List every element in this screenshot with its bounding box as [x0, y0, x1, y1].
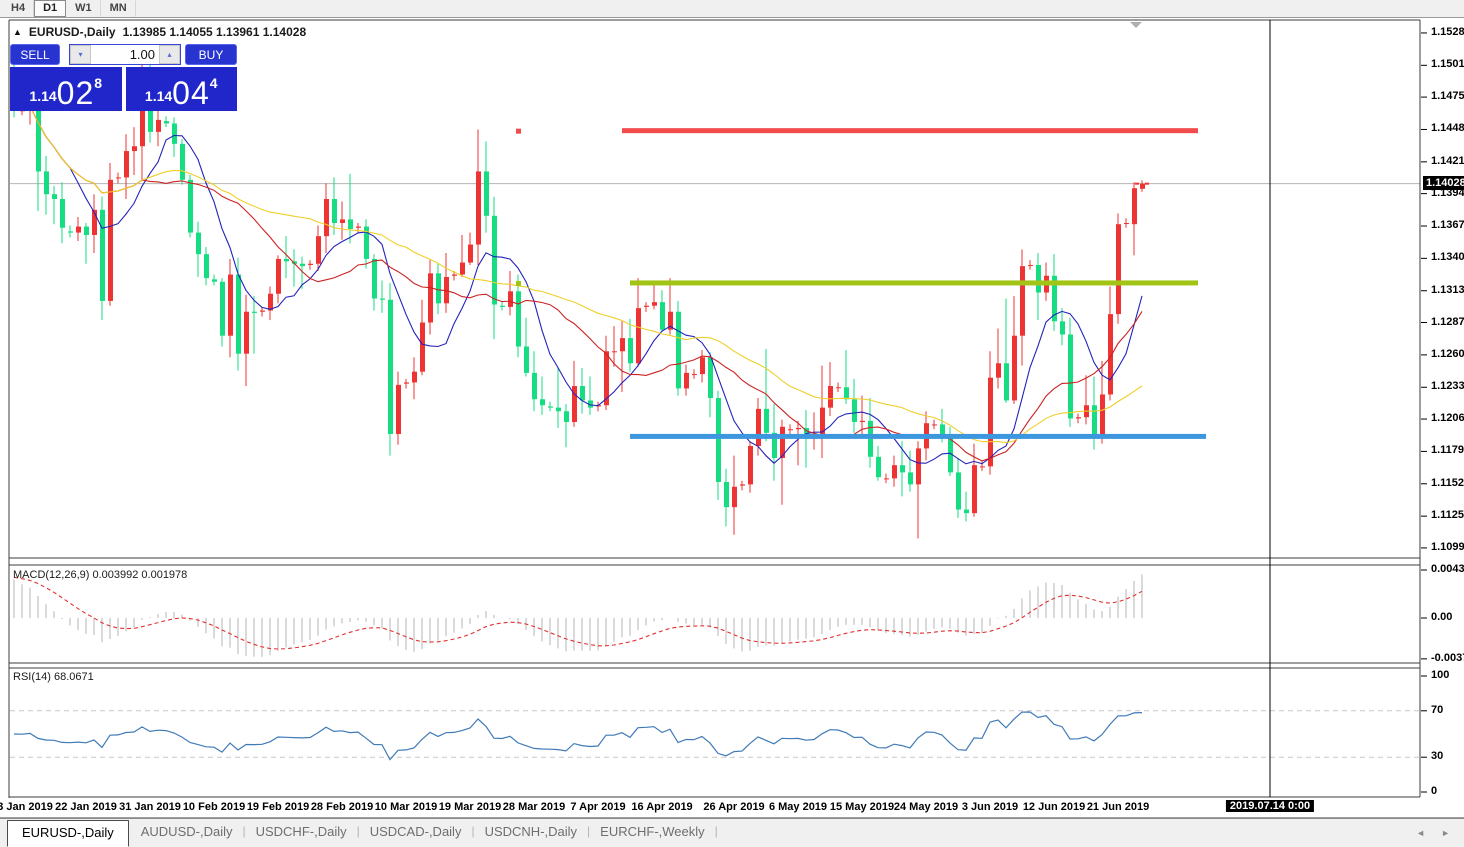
buy-button[interactable]: BUY	[185, 44, 237, 65]
chart-tab-usdcnh-daily[interactable]: USDCNH-,Daily	[475, 819, 587, 847]
volume-decrease-button[interactable]: ▾	[70, 45, 91, 64]
buy-price-display[interactable]: 1.14 04 4	[126, 67, 238, 111]
volume-spinner: ▾ ▴	[69, 44, 181, 65]
time-axis-label: 28 Feb 2019	[311, 801, 373, 813]
crosshair-date-box: 2019.07.14 0:00	[1226, 800, 1314, 812]
time-axis-label: 22 Jan 2019	[55, 801, 117, 813]
chart-title: ▲ EURUSD-,Daily 1.13985 1.14055 1.13961 …	[13, 25, 306, 39]
level-line-handle-0[interactable]	[516, 129, 521, 134]
one-click-trading-panel: SELL ▾ ▴ BUY 1.14 02 8 1.14 04 4	[10, 44, 237, 111]
chart-ohlc-values: 1.13985 1.14055 1.13961 1.14028	[123, 25, 307, 39]
rsi-line	[14, 712, 1142, 760]
chart-tab-bar: EURUSD-,DailyAUDUSD-,Daily | USDCHF-,Daily…	[0, 818, 1464, 847]
rsi-tick-label: 0	[1431, 785, 1437, 797]
price-tick-label: 1.12065	[1431, 412, 1464, 424]
time-axis-label: 21 Jun 2019	[1087, 801, 1149, 813]
time-axis-label: 31 Jan 2019	[119, 801, 181, 813]
sell-button[interactable]: SELL	[10, 44, 60, 65]
chart-tab-eurusd-daily[interactable]: EURUSD-,Daily	[7, 820, 129, 847]
level-line-2[interactable]	[630, 434, 1206, 439]
time-axis[interactable]: 13 Jan 201922 Jan 201931 Jan 201910 Feb …	[0, 798, 1464, 817]
macd-signal-line	[14, 577, 1142, 649]
level-line-1[interactable]	[630, 280, 1198, 285]
time-axis-label: 7 Apr 2019	[570, 801, 625, 813]
tab-separator: |	[715, 819, 718, 847]
price-tick-label: 1.12870	[1431, 316, 1464, 328]
shift-end-triangle-icon[interactable]	[1130, 22, 1142, 28]
rsi-indicator-label: RSI(14) 68.0671	[13, 671, 94, 683]
rsi-tick-label: 70	[1431, 704, 1443, 716]
time-axis-label: 15 May 2019	[830, 801, 894, 813]
time-axis-label: 12 Jun 2019	[1023, 801, 1085, 813]
price-tick-label: 1.13135	[1431, 284, 1464, 296]
price-tick-label: 1.13405	[1431, 251, 1464, 263]
time-axis-label: 16 Apr 2019	[631, 801, 692, 813]
price-tick-label: 1.14210	[1431, 155, 1464, 167]
macd-tick-label: -0.00371	[1431, 652, 1464, 664]
volume-increase-button[interactable]: ▴	[159, 45, 180, 64]
price-tick-label: 1.15285	[1431, 26, 1464, 38]
price-tick-label: 1.14480	[1431, 122, 1464, 134]
time-axis-label: 6 May 2019	[769, 801, 827, 813]
price-tick-label: 1.13675	[1431, 219, 1464, 231]
price-tick-label: 1.14750	[1431, 90, 1464, 102]
price-tick-label: 1.10990	[1431, 541, 1464, 553]
macd-tick-label: 0.00	[1431, 611, 1452, 623]
time-axis-label: 3 Jun 2019	[962, 801, 1018, 813]
macd-tick-label: 0.004359	[1431, 563, 1464, 575]
buy-price-big-digits: 04	[172, 79, 210, 107]
sell-price-pipette: 8	[94, 76, 102, 90]
price-tick-label: 1.11255	[1431, 509, 1464, 521]
time-axis-label: 10 Feb 2019	[183, 801, 245, 813]
last-bar-right-tick	[1145, 183, 1149, 185]
rsi-tick-label: 100	[1431, 669, 1449, 681]
buy-price-pipette: 4	[210, 76, 218, 90]
time-axis-label: 26 Apr 2019	[703, 801, 764, 813]
tab-scroll-left-icon[interactable]: ◄	[1416, 828, 1425, 838]
macd-indicator-label: MACD(12,26,9) 0.003992 0.001978	[13, 569, 187, 581]
time-axis-label: 19 Feb 2019	[247, 801, 309, 813]
candles-layer	[12, 49, 1149, 538]
time-axis-label: 19 Mar 2019	[439, 801, 501, 813]
chart-tab-eurchf-weekly[interactable]: EURCHF-,Weekly	[590, 819, 715, 847]
chart-canvas[interactable]	[0, 0, 1464, 847]
price-tick-label: 1.12600	[1431, 348, 1464, 360]
chart-tab-usdchf-daily[interactable]: USDCHF-,Daily	[246, 819, 357, 847]
chart-tab-audusd-daily[interactable]: AUDUSD-,Daily	[131, 819, 243, 847]
level-line-handle-1[interactable]	[516, 281, 521, 286]
price-tick-label: 1.11795	[1431, 444, 1464, 456]
time-axis-label: 28 Mar 2019	[503, 801, 565, 813]
trading-terminal-window: H4D1W1MN ▲ EURUSD-,Daily 1.13985 1.14055…	[0, 0, 1464, 847]
bid-price-box: 1.14028	[1423, 176, 1464, 190]
macd-histogram	[14, 574, 1142, 656]
tab-scroll-controls: ◄►	[1416, 819, 1464, 847]
one-click-trading-collapse-icon[interactable]: ▲	[13, 27, 22, 37]
price-tick-label: 1.12330	[1431, 380, 1464, 392]
sell-price-display[interactable]: 1.14 02 8	[10, 67, 122, 111]
time-axis-label: 10 Mar 2019	[375, 801, 437, 813]
sell-price-prefix: 1.14	[29, 89, 56, 103]
level-line-0[interactable]	[622, 128, 1198, 133]
time-axis-label: 13 Jan 2019	[0, 801, 53, 813]
time-axis-label: 24 May 2019	[894, 801, 958, 813]
last-bar-left-tick	[1135, 183, 1139, 185]
rsi-tick-label: 30	[1431, 750, 1443, 762]
price-tick-label: 1.11525	[1431, 477, 1464, 489]
volume-input[interactable]	[91, 45, 159, 64]
chart-tab-usdcad-daily[interactable]: USDCAD-,Daily	[360, 819, 472, 847]
chart-symbol-label: EURUSD-,Daily	[29, 25, 116, 39]
buy-price-prefix: 1.14	[145, 89, 172, 103]
sell-price-big-digits: 02	[57, 79, 95, 107]
tab-scroll-right-icon[interactable]: ►	[1441, 828, 1450, 838]
price-tick-label: 1.15015	[1431, 58, 1464, 70]
